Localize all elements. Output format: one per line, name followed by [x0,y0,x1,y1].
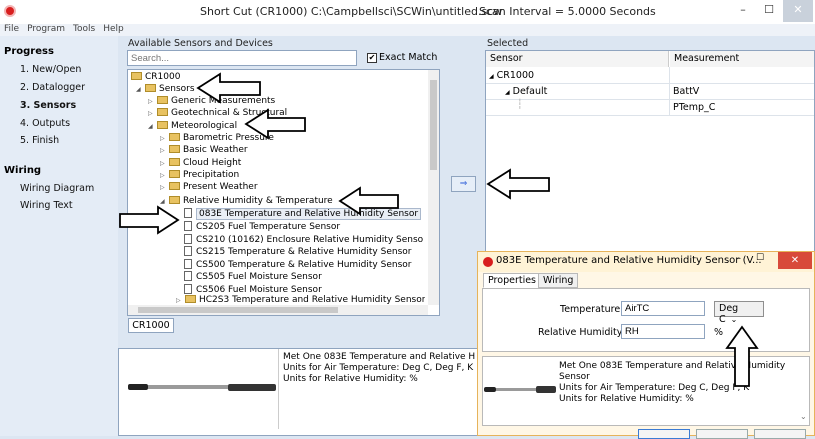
arrow-left-icon [196,72,261,104]
arrow-right-icon [119,205,180,235]
annotation-arrows [119,72,759,387]
arrow-up-icon [725,325,759,387]
arrow-left-icon [244,108,306,140]
arrow-left-icon [486,168,550,200]
arrow-left-icon [338,186,399,216]
